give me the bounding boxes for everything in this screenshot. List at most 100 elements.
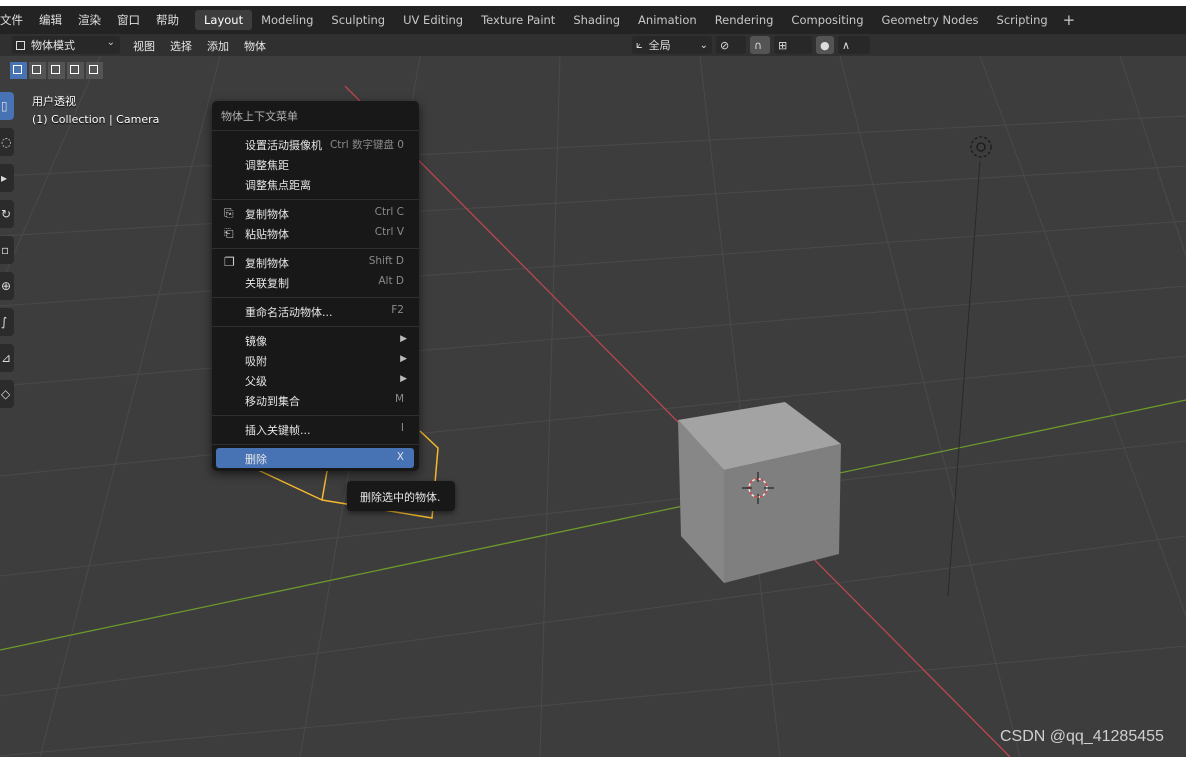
y-axis-line	[0, 399, 1186, 651]
viewport-header: 物体模式 ⌄ 视图 选择 添加 物体 ⟀ 全局 ⌄ ⊘ ∩ ⊞ ● ∧	[0, 34, 1186, 56]
menu-item-label: 复制物体	[245, 257, 289, 270]
top-menubar: 文件 编辑 渲染 窗口 帮助 Layout Modeling Sculpting…	[0, 6, 1186, 34]
tool-measure[interactable]: ⊿	[0, 344, 14, 372]
select-new-icon	[13, 65, 22, 74]
tool-move[interactable]: ▸	[0, 164, 14, 192]
tool-rotate[interactable]: ↻	[0, 200, 14, 228]
transform-orientation-select[interactable]: ⟀ 全局 ⌄	[632, 36, 712, 54]
pivot-icon: ⊘	[720, 38, 730, 52]
object-context-menu: 物体上下文菜单 设置活动摄像机 Ctrl 数字键盘 0 调整焦距 调整焦点距离 …	[212, 101, 419, 471]
viewport-canvas[interactable]	[0, 56, 1186, 757]
proportional-edit-toggle[interactable]: ●	[816, 36, 834, 54]
menu-item-duplicate-linked[interactable]: 关联复制 Alt D	[216, 272, 414, 292]
cube-object[interactable]	[678, 402, 841, 583]
tab-uv-editing[interactable]: UV Editing	[394, 10, 472, 30]
menu-item-label: 吸附	[245, 355, 267, 368]
workspace-tabs: Layout Modeling Sculpting UV Editing Tex…	[195, 10, 1081, 30]
menu-item-snap[interactable]: 吸附 ▶	[216, 350, 414, 370]
tab-shading[interactable]: Shading	[564, 10, 629, 30]
tool-scale[interactable]: ▫	[0, 236, 14, 264]
delete-tooltip: 删除选中的物体.	[347, 481, 455, 511]
menu-add[interactable]: 添加	[207, 38, 229, 54]
menu-item-shortcut: M	[394, 393, 404, 405]
menu-edit[interactable]: 编辑	[39, 12, 62, 28]
menu-item-label: 粘贴物体	[245, 228, 289, 241]
menu-item-mirror[interactable]: 镜像 ▶	[216, 330, 414, 350]
add-workspace-button[interactable]: +	[1057, 11, 1082, 29]
annotate-icon: ∫	[1, 315, 8, 329]
tab-scripting[interactable]: Scripting	[988, 10, 1057, 30]
snap-target-select[interactable]: ⊞	[774, 36, 812, 54]
floor-grid	[0, 56, 1186, 757]
x-axis-line	[344, 85, 1011, 757]
selection-mode-buttons	[10, 62, 105, 80]
chevron-down-icon: ⌄	[699, 39, 708, 51]
tool-add-cube[interactable]: ◇	[0, 380, 14, 408]
tab-animation[interactable]: Animation	[629, 10, 706, 30]
menu-item-label: 插入关键帧...	[245, 424, 311, 437]
transform-icon: ⊕	[1, 279, 12, 293]
menu-item-shortcut: X	[396, 451, 404, 463]
menu-item-copy-objects[interactable]: ⎘ 复制物体 Ctrl C	[216, 203, 414, 223]
orientation-icon: ⟀	[636, 38, 643, 51]
context-menu-title: 物体上下文菜单	[221, 110, 298, 123]
menu-item-parent[interactable]: 父级 ▶	[216, 370, 414, 390]
view-name: 用户透视	[32, 95, 76, 108]
menu-item-move-to-collection[interactable]: 移动到集合 M	[216, 390, 414, 410]
menu-item-label: 调整焦距	[245, 159, 289, 172]
menu-item-label: 调整焦点距离	[245, 179, 311, 192]
tab-rendering[interactable]: Rendering	[706, 10, 783, 30]
menu-item-delete[interactable]: 删除 X	[216, 448, 414, 468]
light-icon[interactable]	[970, 136, 992, 158]
menu-separator	[212, 415, 419, 416]
menu-item-label: 关联复制	[245, 277, 289, 290]
select-subtract-button[interactable]	[48, 62, 65, 79]
transform-tools: ⟀ 全局 ⌄ ⊘ ∩ ⊞ ● ∧	[632, 36, 874, 54]
menu-separator	[212, 130, 419, 131]
tab-layout[interactable]: Layout	[195, 10, 253, 30]
chevron-down-icon: ⌄	[106, 37, 115, 48]
pivot-point-select[interactable]: ⊘	[716, 36, 746, 54]
tool-annotate[interactable]: ∫	[0, 308, 14, 336]
tab-sculpting[interactable]: Sculpting	[322, 10, 394, 30]
menu-item-label: 移动到集合	[245, 395, 300, 408]
select-subtract-icon	[51, 65, 60, 74]
select-intersect-icon	[89, 65, 98, 74]
add-cube-icon: ◇	[1, 387, 11, 401]
snap-toggle[interactable]: ∩	[750, 36, 770, 54]
menu-view[interactable]: 视图	[133, 38, 155, 54]
menu-item-label: 复制物体	[245, 208, 289, 221]
tab-texture-paint[interactable]: Texture Paint	[472, 10, 564, 30]
tool-select-box[interactable]: ▯	[0, 92, 14, 120]
tab-modeling[interactable]: Modeling	[252, 10, 322, 30]
select-new-button[interactable]	[10, 62, 27, 79]
select-invert-button[interactable]	[67, 62, 84, 79]
select-extend-button[interactable]	[29, 62, 46, 79]
tool-transform[interactable]: ⊕	[0, 272, 14, 300]
submenu-arrow-icon: ▶	[400, 354, 407, 364]
tab-compositing[interactable]: Compositing	[782, 10, 872, 30]
menu-item-rename-active[interactable]: 重命名活动物体... F2	[216, 301, 414, 321]
select-intersect-button[interactable]	[86, 62, 103, 79]
tool-cursor[interactable]: ◌	[0, 128, 14, 156]
menu-help[interactable]: 帮助	[156, 12, 179, 28]
menu-window[interactable]: 窗口	[117, 12, 140, 28]
menu-item-adjust-focal-length[interactable]: 调整焦距	[216, 154, 414, 174]
select-extend-icon	[32, 65, 41, 74]
left-toolbar: ▯ ◌ ▸ ↻ ▫ ⊕ ∫ ⊿ ◇	[0, 92, 14, 416]
tab-geometry-nodes[interactable]: Geometry Nodes	[873, 10, 988, 30]
menu-select[interactable]: 选择	[170, 38, 192, 54]
menu-item-insert-keyframe[interactable]: 插入关键帧... I	[216, 419, 414, 439]
menu-item-duplicate-objects[interactable]: ❐ 复制物体 Shift D	[216, 252, 414, 272]
menu-object[interactable]: 物体	[244, 38, 266, 54]
menu-item-paste-objects[interactable]: ⎗ 粘贴物体 Ctrl V	[216, 223, 414, 243]
menu-item-adjust-focus-distance[interactable]: 调整焦点距离	[216, 174, 414, 194]
proportional-edit-icon: ●	[820, 38, 830, 52]
tooltip-text: 删除选中的物体.	[360, 491, 441, 504]
falloff-select[interactable]: ∧	[838, 36, 870, 54]
menu-render[interactable]: 渲染	[78, 12, 101, 28]
mode-select[interactable]: 物体模式 ⌄	[12, 36, 120, 54]
menu-item-set-active-camera[interactable]: 设置活动摄像机 Ctrl 数字键盘 0	[216, 134, 414, 154]
scale-icon: ▫	[1, 243, 10, 257]
menu-file[interactable]: 文件	[0, 12, 23, 28]
